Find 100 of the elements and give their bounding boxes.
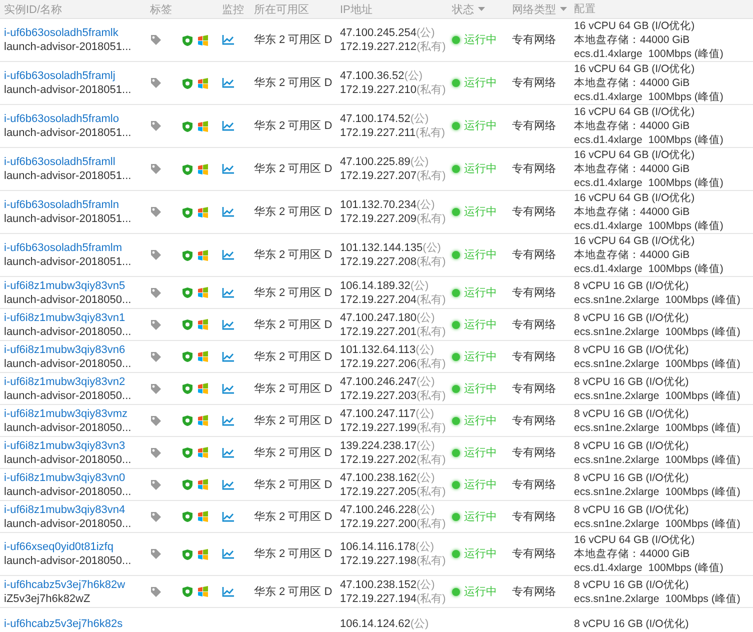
instance-id-link[interactable]: i-uf6b63osoladh5framlj (4, 69, 150, 83)
instance-type: ecs.d1.4xlarge (574, 262, 642, 276)
instance-name: launch-advisor-2018050... (4, 356, 132, 370)
ip-address: 172.19.227.212(私有) (340, 40, 447, 54)
config-text: 8 vCPU 16 GB (I/O优化) (574, 578, 690, 592)
instance-type: ecs.d1.4xlarge (574, 133, 642, 147)
instance-type: ecs.d1.4xlarge (574, 561, 642, 575)
instance-type: ecs.sn1ne.2xlarge (574, 356, 660, 370)
status-dot-icon (452, 320, 460, 328)
bandwidth-text: 100Mbps (峰值) (665, 420, 740, 434)
config-text: 16 vCPU 64 GB (I/O优化) (574, 234, 696, 248)
shield-icon (182, 548, 193, 560)
network-type: 专有网络 (512, 382, 557, 396)
config-text: 8 vCPU 16 GB (I/O优化) (574, 406, 690, 420)
network-type: 专有网络 (512, 286, 557, 300)
status-dot-icon (452, 208, 460, 216)
status-text: 运行中 (464, 414, 497, 428)
tag-icon (150, 163, 162, 175)
config-text: 8 vCPU 16 GB (I/O优化) (574, 310, 690, 324)
ip-address: 106.14.124.62(公) (340, 616, 430, 630)
config-text: 本地盘存储：44000 GiB (574, 33, 691, 47)
config-text: 16 vCPU 64 GB (I/O优化) (574, 148, 696, 162)
line-chart-icon (222, 448, 234, 458)
instance-id-link[interactable]: i-uf6b63osoladh5framlm (4, 241, 150, 255)
network-type: 专有网络 (512, 584, 557, 598)
tag-icon (150, 120, 162, 132)
network-type: 专有网络 (512, 547, 557, 561)
instance-id-link[interactable]: i-uf6b63osoladh5framln (4, 198, 150, 212)
tag-icon (150, 478, 162, 490)
status-dot-icon (452, 480, 460, 488)
ip-address: 101.132.70.234(公) (340, 198, 436, 212)
bandwidth-text: 100Mbps (峰值) (648, 133, 724, 147)
column-header[interactable]: 状态 (452, 2, 485, 16)
zone-text: 华东 2 可用区 D (254, 119, 334, 133)
instance-id-link[interactable]: i-uf6i8z1mubw3qiy83vn6 (4, 342, 150, 356)
instance-id-link[interactable]: i-uf6i8z1mubw3qiy83vn3 (4, 438, 150, 452)
ip-address: 47.100.36.52(公) (340, 69, 424, 83)
config-text: 8 vCPU 16 GB (I/O优化) (574, 374, 690, 388)
ip-address: 101.132.64.113(公) (340, 342, 435, 356)
instance-id-link[interactable]: i-uf6i8z1mubw3qiy83vmz (4, 406, 150, 420)
status-text: 运行中 (464, 478, 497, 492)
ip-address: 172.19.227.209(私有) (340, 212, 447, 226)
zone-text: 华东 2 可用区 D (254, 248, 334, 262)
zone-text: 华东 2 可用区 D (254, 510, 334, 524)
line-chart-icon (222, 586, 234, 596)
instance-id-link[interactable]: i-uf6hcabz5v3ej7h6k82w (4, 578, 150, 592)
status-dot-icon (452, 79, 460, 87)
instance-type: ecs.sn1ne.2xlarge (574, 292, 660, 306)
bandwidth-text: 100Mbps (峰值) (648, 47, 724, 61)
status-dot-icon (452, 448, 460, 456)
zone-text: 华东 2 可用区 D (254, 478, 334, 492)
instance-id-link[interactable]: i-uf6i8z1mubw3qiy83vn1 (4, 310, 150, 324)
status-dot-icon (452, 416, 460, 424)
caret-icon (560, 7, 567, 11)
bandwidth-text: 100Mbps (峰值) (665, 592, 740, 606)
ip-address: 47.100.247.117(公) (340, 406, 435, 420)
instance-id-link[interactable]: i-uf6i8z1mubw3qiy83vn4 (4, 502, 150, 516)
instance-id-link[interactable]: i-uf6b63osoladh5framll (4, 155, 150, 169)
network-type: 专有网络 (512, 350, 557, 364)
ip-address: 172.19.227.199(私有) (340, 420, 447, 434)
ip-address: 172.19.227.211(私有) (340, 126, 446, 140)
ip-address: 101.132.144.135(公) (340, 241, 442, 255)
instance-id-link[interactable]: i-uf6b63osoladh5framlk (4, 26, 150, 40)
windows-logo-icon (197, 548, 209, 560)
status-dot-icon (452, 288, 460, 296)
status-text: 运行中 (464, 205, 497, 219)
status-text: 运行中 (464, 510, 497, 524)
ip-address: 47.100.238.152(公) (340, 578, 436, 592)
instance-id-link[interactable]: i-uf66xseq0yid0t81izfq (4, 540, 150, 554)
column-header[interactable]: 网络类型 (512, 2, 567, 16)
windows-logo-icon (197, 586, 209, 597)
instance-id-link[interactable]: i-uf6hcabz5v3ej7h6k82s (4, 616, 150, 630)
ip-address: 47.100.174.52(公) (340, 112, 430, 126)
zone-text: 华东 2 可用区 D (254, 382, 334, 396)
instance-name: launch-advisor-2018051... (4, 126, 132, 140)
line-chart-icon (222, 250, 234, 260)
column-header: 监控 (222, 2, 244, 16)
instance-type: ecs.sn1ne.2xlarge (574, 324, 660, 338)
config-text: 本地盘存储：44000 GiB (574, 205, 691, 219)
network-type: 专有网络 (512, 248, 557, 262)
instance-id-link[interactable]: i-uf6b63osoladh5framlo (4, 112, 150, 126)
network-type: 专有网络 (512, 510, 557, 524)
zone-text: 华东 2 可用区 D (254, 76, 334, 90)
instance-id-link[interactable]: i-uf6i8z1mubw3qiy83vn5 (4, 278, 150, 292)
tag-icon (150, 249, 162, 261)
instance-type: ecs.d1.4xlarge (574, 90, 642, 104)
status-text: 运行中 (464, 33, 497, 47)
status-text: 运行中 (464, 547, 497, 561)
line-chart-icon (222, 320, 234, 330)
instance-id-link[interactable]: i-uf6i8z1mubw3qiy83vn2 (4, 374, 150, 388)
config-text: 16 vCPU 64 GB (I/O优化) (574, 191, 696, 205)
config-text: 8 vCPU 16 GB (I/O优化) (574, 438, 690, 452)
ip-address: 47.100.238.162(公) (340, 470, 436, 484)
caret-icon (478, 7, 485, 11)
shield-icon (182, 415, 193, 426)
instance-id-link[interactable]: i-uf6i8z1mubw3qiy83vn0 (4, 470, 150, 484)
instance-name: launch-advisor-2018050... (4, 516, 132, 530)
ip-address: 106.14.189.32(公) (340, 278, 430, 292)
line-chart-icon (222, 549, 234, 559)
windows-logo-icon (197, 351, 209, 362)
